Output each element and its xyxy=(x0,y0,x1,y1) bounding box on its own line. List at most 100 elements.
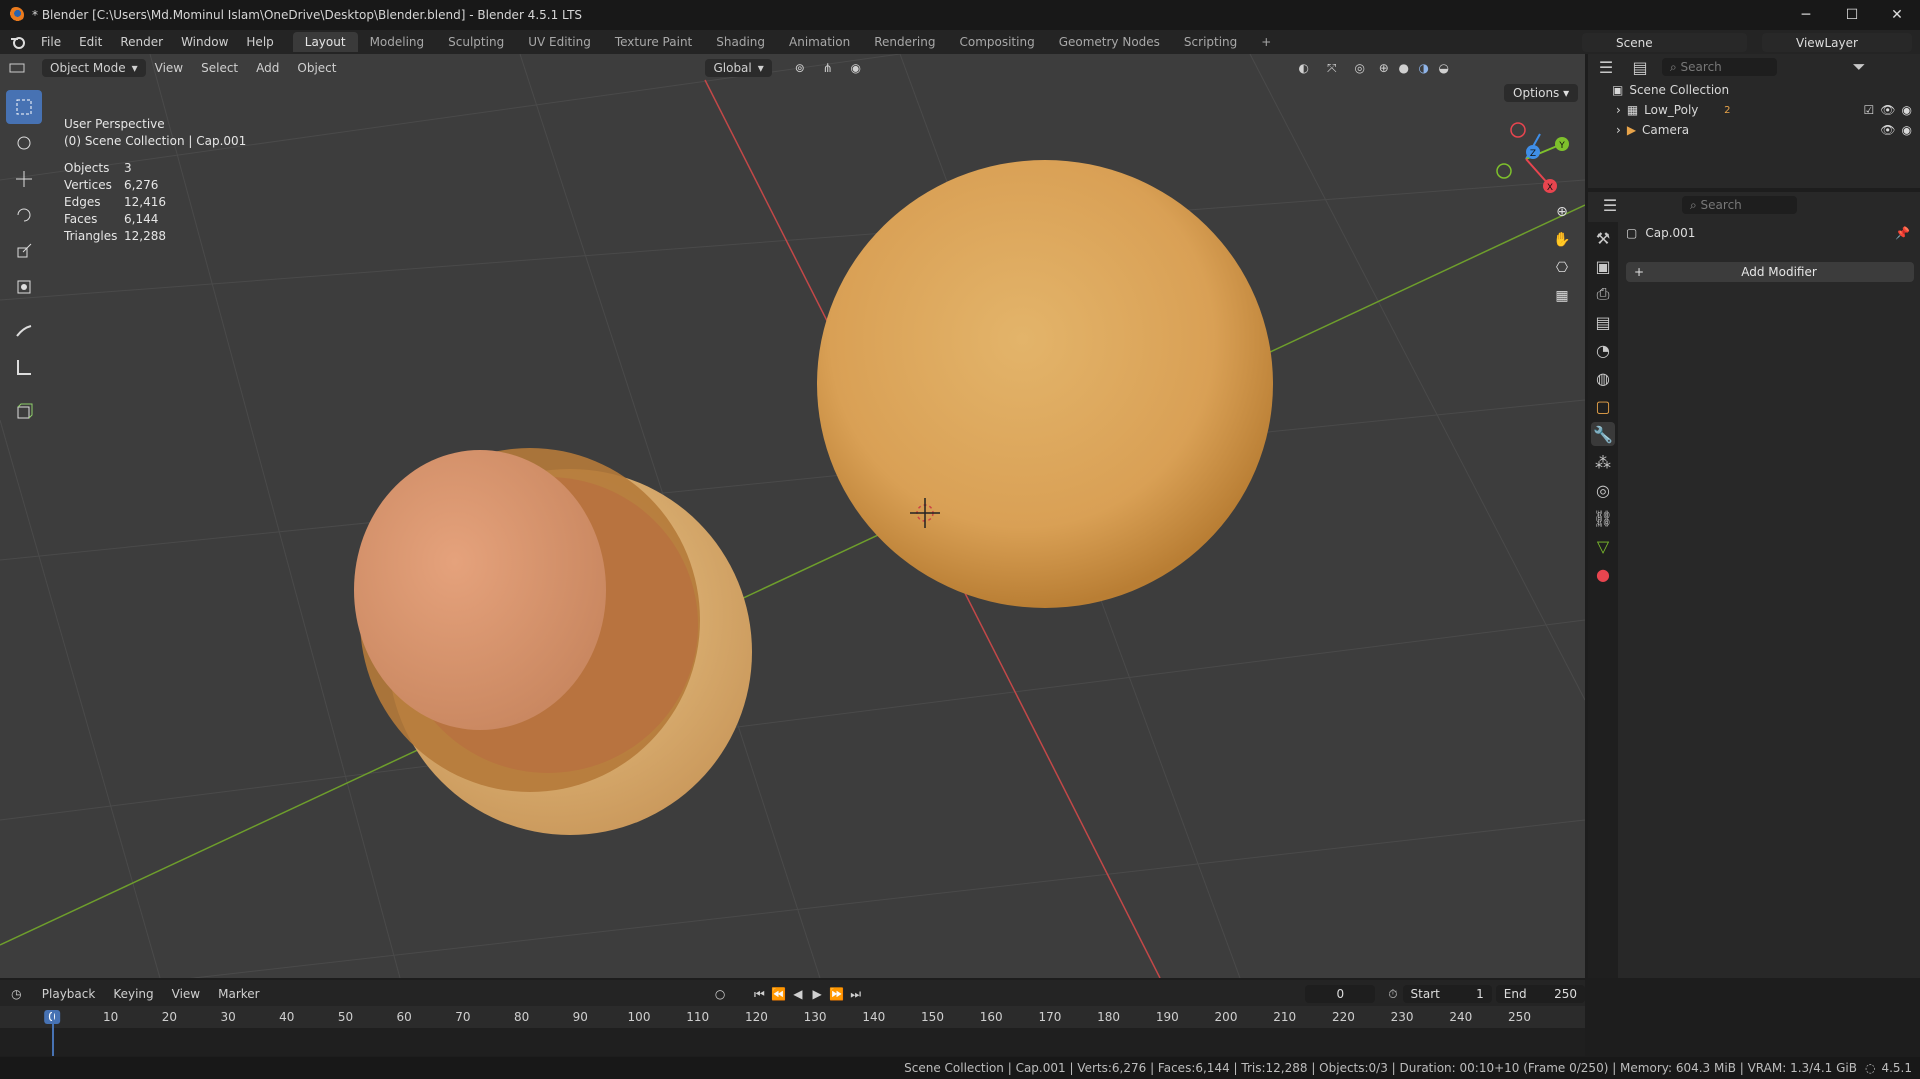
zoom-icon[interactable]: ⊕ xyxy=(1548,198,1576,226)
outliner-editor-icon[interactable]: ☰ xyxy=(1594,58,1618,77)
object-tab-icon[interactable]: ▢ xyxy=(1591,394,1615,418)
camera-render-icon[interactable]: ◉ xyxy=(1902,103,1912,117)
view-layer-selector[interactable]: ViewLayer xyxy=(1762,33,1912,52)
camera-render-icon[interactable]: ◉ xyxy=(1902,123,1912,137)
editor-type-icon[interactable] xyxy=(0,62,34,74)
menu-timeline-view[interactable]: View xyxy=(163,987,209,1001)
jump-start-icon[interactable]: ⏮ xyxy=(750,987,769,1002)
prev-keyframe-icon[interactable]: ⏪ xyxy=(769,987,788,1001)
rendered-shading-icon[interactable]: ◒ xyxy=(1434,61,1454,75)
camera-view-icon[interactable]: ⎔ xyxy=(1548,254,1576,282)
minimize-button[interactable]: ─ xyxy=(1783,0,1829,30)
material-tab-icon[interactable]: ● xyxy=(1591,562,1615,586)
play-reverse-icon[interactable]: ◀ xyxy=(788,987,807,1001)
material-shading-icon[interactable]: ◑ xyxy=(1414,61,1434,75)
constraints-tab-icon[interactable]: ⛓ xyxy=(1591,506,1615,530)
menu-marker[interactable]: Marker xyxy=(209,987,268,1001)
menu-render[interactable]: Render xyxy=(111,35,172,49)
tool-tab-icon[interactable]: ⚒ xyxy=(1591,226,1615,250)
scene-tab-icon[interactable]: ◔ xyxy=(1591,338,1615,362)
tab-uv-editing[interactable]: UV Editing xyxy=(516,32,603,52)
outliner-row-camera[interactable]: › ▶ Camera 👁 ◉ xyxy=(1588,120,1920,140)
start-frame-field[interactable]: Start 1 xyxy=(1402,985,1492,1003)
pin-icon[interactable]: 📌 xyxy=(1895,226,1910,240)
data-tab-icon[interactable]: ▽ xyxy=(1591,534,1615,558)
timeline-ruler[interactable]: 0102030405060708090100110120130140150160… xyxy=(0,1006,1585,1028)
world-tab-icon[interactable]: ◍ xyxy=(1591,366,1615,390)
options-dropdown[interactable]: Options ▾ xyxy=(1504,84,1579,102)
visibility-icon[interactable]: ◐ xyxy=(1290,61,1318,75)
view-layer-tab-icon[interactable]: ▤ xyxy=(1591,310,1615,334)
transform-icon[interactable] xyxy=(6,270,42,304)
tab-animation[interactable]: Animation xyxy=(777,32,862,52)
tab-layout[interactable]: Layout xyxy=(292,32,358,52)
stopwatch-icon[interactable]: ⏱ xyxy=(1383,987,1402,1002)
tab-compositing[interactable]: Compositing xyxy=(947,32,1046,52)
select-box-icon[interactable] xyxy=(6,90,42,124)
scene-selector[interactable]: Scene xyxy=(1582,33,1747,52)
physics-tab-icon[interactable]: ◎ xyxy=(1591,478,1615,502)
move-icon[interactable] xyxy=(6,162,42,196)
add-workspace-button[interactable]: + xyxy=(1249,32,1283,52)
outliner-row-low-poly[interactable]: › ▦ Low_Poly 2 ☑ 👁 ◉ xyxy=(1588,100,1920,120)
rotate-icon[interactable] xyxy=(6,198,42,232)
proportional-edit-icon[interactable]: ◉ xyxy=(842,61,870,75)
tab-shading[interactable]: Shading xyxy=(704,32,777,52)
navigation-gizmo[interactable]: Z Y X xyxy=(1478,114,1578,204)
particles-tab-icon[interactable]: ⁂ xyxy=(1591,450,1615,474)
playhead[interactable] xyxy=(52,1012,54,1056)
annotate-icon[interactable] xyxy=(6,314,42,348)
tab-geometry-nodes[interactable]: Geometry Nodes xyxy=(1047,32,1172,52)
eye-icon[interactable]: 👁 xyxy=(1880,123,1895,137)
add-cube-icon[interactable] xyxy=(6,394,42,428)
grid-view-icon[interactable]: ▦ xyxy=(1548,282,1576,310)
outliner-search-input[interactable]: ⌕ Search xyxy=(1662,58,1777,76)
wrench-icon[interactable]: 🔧 xyxy=(1591,422,1615,446)
display-mode-icon[interactable]: ▤ xyxy=(1628,58,1652,77)
chevron-right-icon[interactable]: › xyxy=(1616,103,1621,117)
auto-keying-icon[interactable]: ○ xyxy=(709,987,732,1001)
end-frame-field[interactable]: End 250 xyxy=(1495,985,1585,1003)
render-tab-icon[interactable]: ▣ xyxy=(1591,254,1615,278)
menu-object[interactable]: Object xyxy=(288,61,345,75)
tab-modeling[interactable]: Modeling xyxy=(358,32,437,52)
cursor-icon[interactable] xyxy=(6,126,42,160)
checkbox-icon[interactable]: ☑ xyxy=(1864,103,1875,117)
menu-file[interactable]: File xyxy=(32,35,70,49)
solid-shading-icon[interactable]: ● xyxy=(1394,61,1414,75)
pivot-icon[interactable]: ⊚ xyxy=(786,61,814,75)
close-button[interactable]: ✕ xyxy=(1874,0,1920,30)
snap-icon[interactable]: ⋔ xyxy=(814,61,842,75)
scale-icon[interactable] xyxy=(6,234,42,268)
add-modifier-button[interactable]: + Add Modifier xyxy=(1626,262,1914,282)
menu-keying[interactable]: Keying xyxy=(104,987,162,1001)
eye-icon[interactable]: 👁 xyxy=(1880,103,1895,117)
tab-texture-paint[interactable]: Texture Paint xyxy=(603,32,704,52)
timeline-tracks[interactable] xyxy=(0,1028,1585,1056)
current-frame-field[interactable]: 0 xyxy=(1305,985,1376,1003)
outliner-row-scene-collection[interactable]: ▣ Scene Collection xyxy=(1588,80,1920,100)
menu-edit[interactable]: Edit xyxy=(70,35,111,49)
menu-playback[interactable]: Playback xyxy=(33,987,105,1001)
orientation-dropdown[interactable]: Global ▾ xyxy=(705,59,772,77)
menu-select[interactable]: Select xyxy=(192,61,247,75)
pan-hand-icon[interactable]: ✋ xyxy=(1548,226,1576,254)
overlay-toggle-icon[interactable]: ◎ xyxy=(1346,61,1374,75)
jump-end-icon[interactable]: ⏭ xyxy=(846,987,865,1002)
properties-search-input[interactable]: ⌕ Search xyxy=(1682,196,1797,214)
mode-dropdown[interactable]: Object Mode ▾ xyxy=(42,59,146,77)
tab-scripting[interactable]: Scripting xyxy=(1172,32,1249,52)
next-keyframe-icon[interactable]: ⏩ xyxy=(827,987,846,1001)
measure-icon[interactable] xyxy=(6,350,42,384)
menu-help[interactable]: Help xyxy=(237,35,282,49)
output-tab-icon[interactable]: ⎙ xyxy=(1591,282,1615,306)
chevron-right-icon[interactable]: › xyxy=(1616,123,1621,137)
blender-menu-icon[interactable] xyxy=(4,35,32,49)
timeline-editor-icon[interactable]: ◷ xyxy=(0,987,33,1001)
menu-add[interactable]: Add xyxy=(247,61,288,75)
tab-sculpting[interactable]: Sculpting xyxy=(436,32,516,52)
filter-icon[interactable]: ⏷ xyxy=(1847,57,1871,77)
maximize-button[interactable]: ☐ xyxy=(1829,0,1875,30)
properties-editor-icon[interactable]: ☰ xyxy=(1598,196,1622,215)
tab-rendering[interactable]: Rendering xyxy=(862,32,947,52)
